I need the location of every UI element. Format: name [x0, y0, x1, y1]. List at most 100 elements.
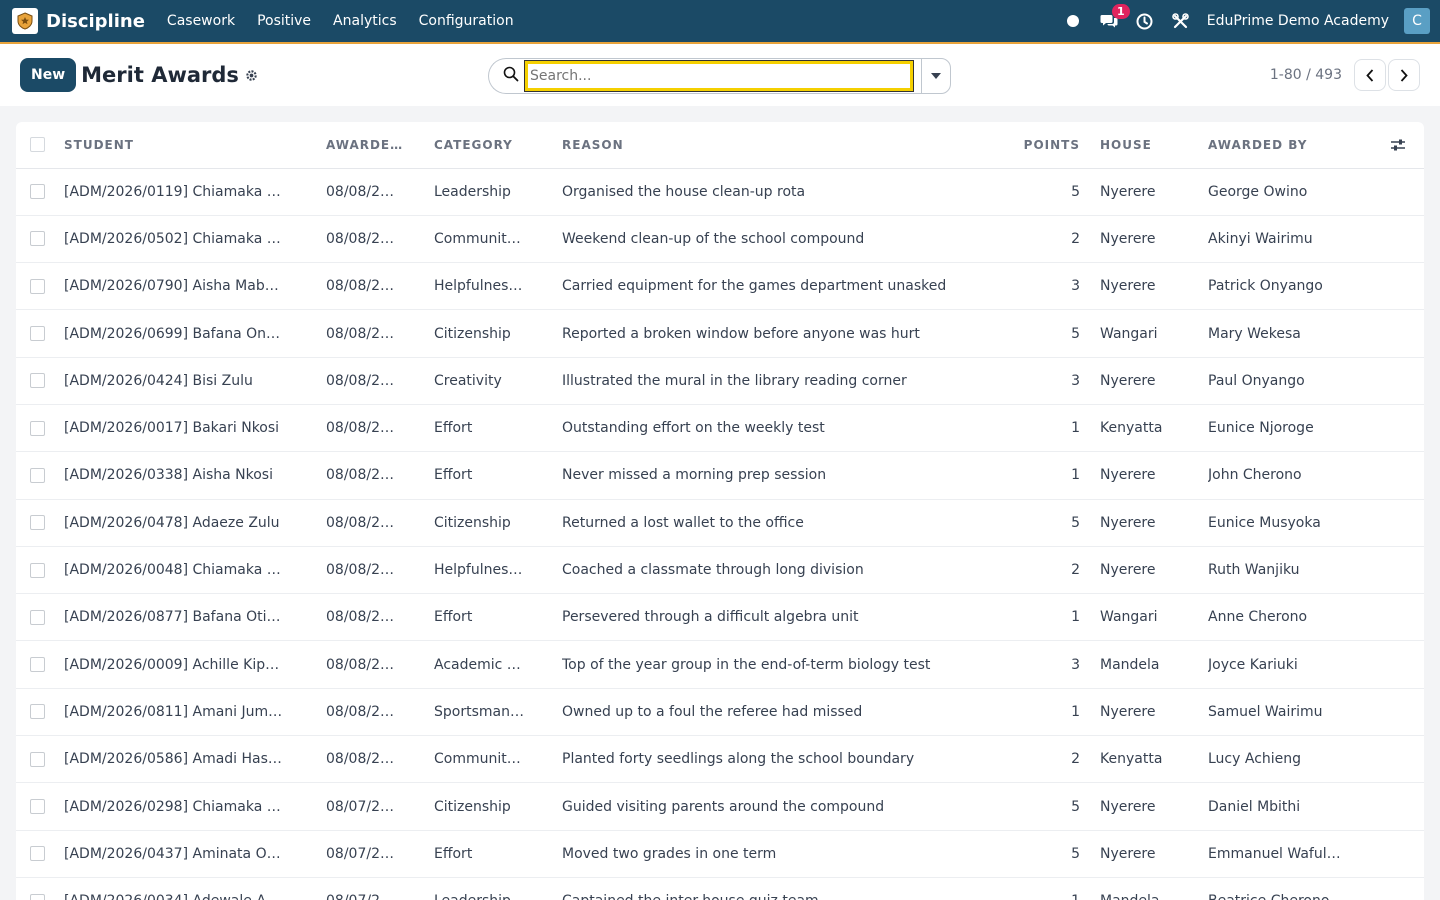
column-reason[interactable]: REASON — [562, 122, 1000, 168]
status-dot-icon[interactable] — [1063, 11, 1083, 31]
row-checkbox[interactable] — [30, 704, 45, 720]
row-checkbox[interactable] — [30, 420, 45, 436]
pager-next-button[interactable] — [1388, 59, 1420, 91]
cell-reason: Returned a lost wallet to the office — [562, 514, 804, 531]
cell-house: Nyerere — [1100, 467, 1156, 484]
select-all-checkbox[interactable] — [30, 137, 45, 153]
table-row[interactable]: [ADM/2026/0034] Adewale A…08/07/2…Leader… — [16, 877, 1424, 900]
column-awarded[interactable]: AWARDE… — [326, 122, 434, 168]
cell-category: Effort — [434, 845, 473, 862]
cell-house: Mandela — [1100, 877, 1208, 900]
row-checkbox[interactable] — [30, 231, 45, 247]
row-spacer-cell — [1366, 594, 1424, 641]
cell-points: 1 — [1071, 420, 1080, 437]
cell-awarded-date: 08/08/2… — [326, 562, 394, 579]
row-spacer-cell — [1366, 404, 1424, 451]
company-switcher[interactable]: EduPrime Demo Academy — [1207, 13, 1389, 29]
table-row[interactable]: [ADM/2026/0790] Aisha Mab… 08/08/2… Helpfu… — [16, 263, 1424, 310]
user-avatar[interactable]: C — [1404, 8, 1430, 34]
row-checkbox[interactable] — [30, 562, 45, 578]
column-category[interactable]: CATEGORY — [434, 122, 562, 168]
cell-category: Academic … — [434, 656, 521, 673]
row-select-cell — [16, 310, 64, 357]
row-checkbox[interactable] — [30, 657, 45, 673]
search-options-toggle[interactable] — [921, 58, 951, 94]
table-row[interactable]: [ADM/2026/0424] Bisi Zulu 08/08/2… Creativ… — [16, 357, 1424, 405]
row-checkbox[interactable] — [30, 467, 45, 483]
column-student[interactable]: STUDENT — [64, 122, 326, 168]
pager-value[interactable]: 1-80 / 493 — [1270, 67, 1342, 83]
table-row[interactable]: [ADM/2026/0017] Bakari Nkosi 08/08/2… Effo… — [16, 404, 1424, 452]
row-checkbox[interactable] — [30, 751, 45, 767]
search-bar — [488, 58, 951, 94]
chat-badge: 1 — [1111, 4, 1130, 19]
cell-student: [ADM/2026/0699] Bafana On… — [64, 325, 280, 342]
row-checkbox[interactable] — [30, 373, 45, 389]
app-brand[interactable]: Discipline — [12, 8, 167, 34]
table-row[interactable]: [ADM/2026/0502] Chiamaka … 08/08/2… Commun… — [16, 215, 1424, 263]
table-row[interactable]: [ADM/2026/0478] Adaeze Zulu 08/08/2… Citiz… — [16, 499, 1424, 547]
cell-student: [ADM/2026/0437] Aminata O… — [64, 845, 281, 862]
row-checkbox[interactable] — [30, 184, 45, 200]
search-input[interactable] — [524, 60, 914, 92]
table-row[interactable]: [ADM/2026/0338] Aisha Nkosi 08/08/2… Effor… — [16, 452, 1424, 500]
cell-awarded-date: 08/08/2… — [326, 609, 394, 626]
menu-positive[interactable]: Positive — [257, 13, 311, 29]
cell-reason: Persevered through a difficult algebra u… — [562, 609, 859, 626]
table-row[interactable]: [ADM/2026/0298] Chiamaka … 08/07/2… Citize… — [16, 783, 1424, 831]
chat-icon[interactable]: 1 — [1099, 4, 1130, 31]
row-checkbox[interactable] — [30, 278, 45, 294]
clock-icon[interactable] — [1135, 11, 1155, 31]
pager-previous-button[interactable] — [1354, 59, 1386, 91]
cell-category: Leadership — [434, 183, 511, 200]
cell-student: [ADM/2026/0811] Amani Jum… — [64, 703, 283, 720]
cell-reason: Top of the year group in the end-of-term… — [562, 656, 931, 673]
cell-points: 5 — [1071, 845, 1080, 862]
cell-awarded-by: Anne Cherono — [1208, 609, 1308, 626]
cell-student: [ADM/2026/0338] Aisha Nkosi — [64, 467, 273, 484]
cell-awarded-by: Samuel Wairimu — [1208, 703, 1323, 720]
row-select-cell — [16, 594, 64, 641]
row-select-cell — [16, 452, 64, 499]
menu-casework[interactable]: Casework — [167, 13, 235, 29]
row-checkbox[interactable] — [30, 893, 45, 900]
shield-logo-icon — [12, 8, 38, 34]
column-points[interactable]: POINTS — [1000, 122, 1100, 168]
table-row[interactable]: [ADM/2026/0048] Chiamaka … 08/08/2… Helpfu… — [16, 546, 1424, 594]
row-select-cell — [16, 168, 64, 215]
cell-awarded-date: 08/08/2… — [326, 467, 394, 484]
row-checkbox[interactable] — [30, 609, 45, 625]
cell-student: [ADM/2026/0502] Chiamaka … — [64, 230, 281, 247]
gear-icon[interactable] — [245, 69, 258, 82]
cell-awarded-date: 08/08/2… — [326, 183, 394, 200]
row-spacer-cell — [1366, 830, 1424, 877]
tools-icon[interactable] — [1171, 11, 1191, 31]
new-button[interactable]: New — [20, 58, 77, 92]
row-checkbox[interactable] — [30, 515, 45, 531]
row-spacer-cell — [1366, 877, 1424, 900]
row-select-cell — [16, 215, 64, 262]
row-checkbox[interactable] — [30, 326, 45, 342]
cell-category: Effort — [434, 609, 473, 626]
table-row[interactable]: [ADM/2026/0877] Bafana Oti… 08/08/2… Effor… — [16, 594, 1424, 641]
column-house[interactable]: HOUSE — [1100, 122, 1208, 168]
row-checkbox[interactable] — [30, 846, 45, 862]
cell-points: 2 — [1071, 230, 1080, 247]
table-row[interactable]: [ADM/2026/0119] Chiamaka … 08/08/2… Leader… — [16, 168, 1424, 216]
row-spacer-cell — [1366, 688, 1424, 735]
table-row[interactable]: [ADM/2026/0009] Achille Kip… 08/08/2… Acad… — [16, 641, 1424, 689]
table-row[interactable]: [ADM/2026/0586] Amadi Has… 08/08/2… Commun… — [16, 736, 1424, 783]
cell-awarded-date: 08/08/2… — [326, 420, 394, 437]
sliders-icon[interactable] — [1366, 138, 1414, 152]
table-row[interactable]: [ADM/2026/0811] Amani Jum… 08/08/2… Sports… — [16, 688, 1424, 736]
column-awarded-by[interactable]: AWARDED BY — [1208, 122, 1366, 168]
menu-analytics[interactable]: Analytics — [333, 13, 397, 29]
menu-configuration[interactable]: Configuration — [419, 13, 514, 29]
cell-reason: Owned up to a foul the referee had misse… — [562, 703, 863, 720]
cell-house: Wangari — [1100, 325, 1158, 342]
row-checkbox[interactable] — [30, 799, 45, 814]
table-row[interactable]: [ADM/2026/0437] Aminata O… 08/07/2… Effort… — [16, 830, 1424, 878]
page-title: Merit Awards — [81, 63, 239, 87]
cell-house: Nyerere — [1100, 278, 1156, 295]
table-row[interactable]: [ADM/2026/0699] Bafana On… 08/08/2… Citize… — [16, 310, 1424, 358]
